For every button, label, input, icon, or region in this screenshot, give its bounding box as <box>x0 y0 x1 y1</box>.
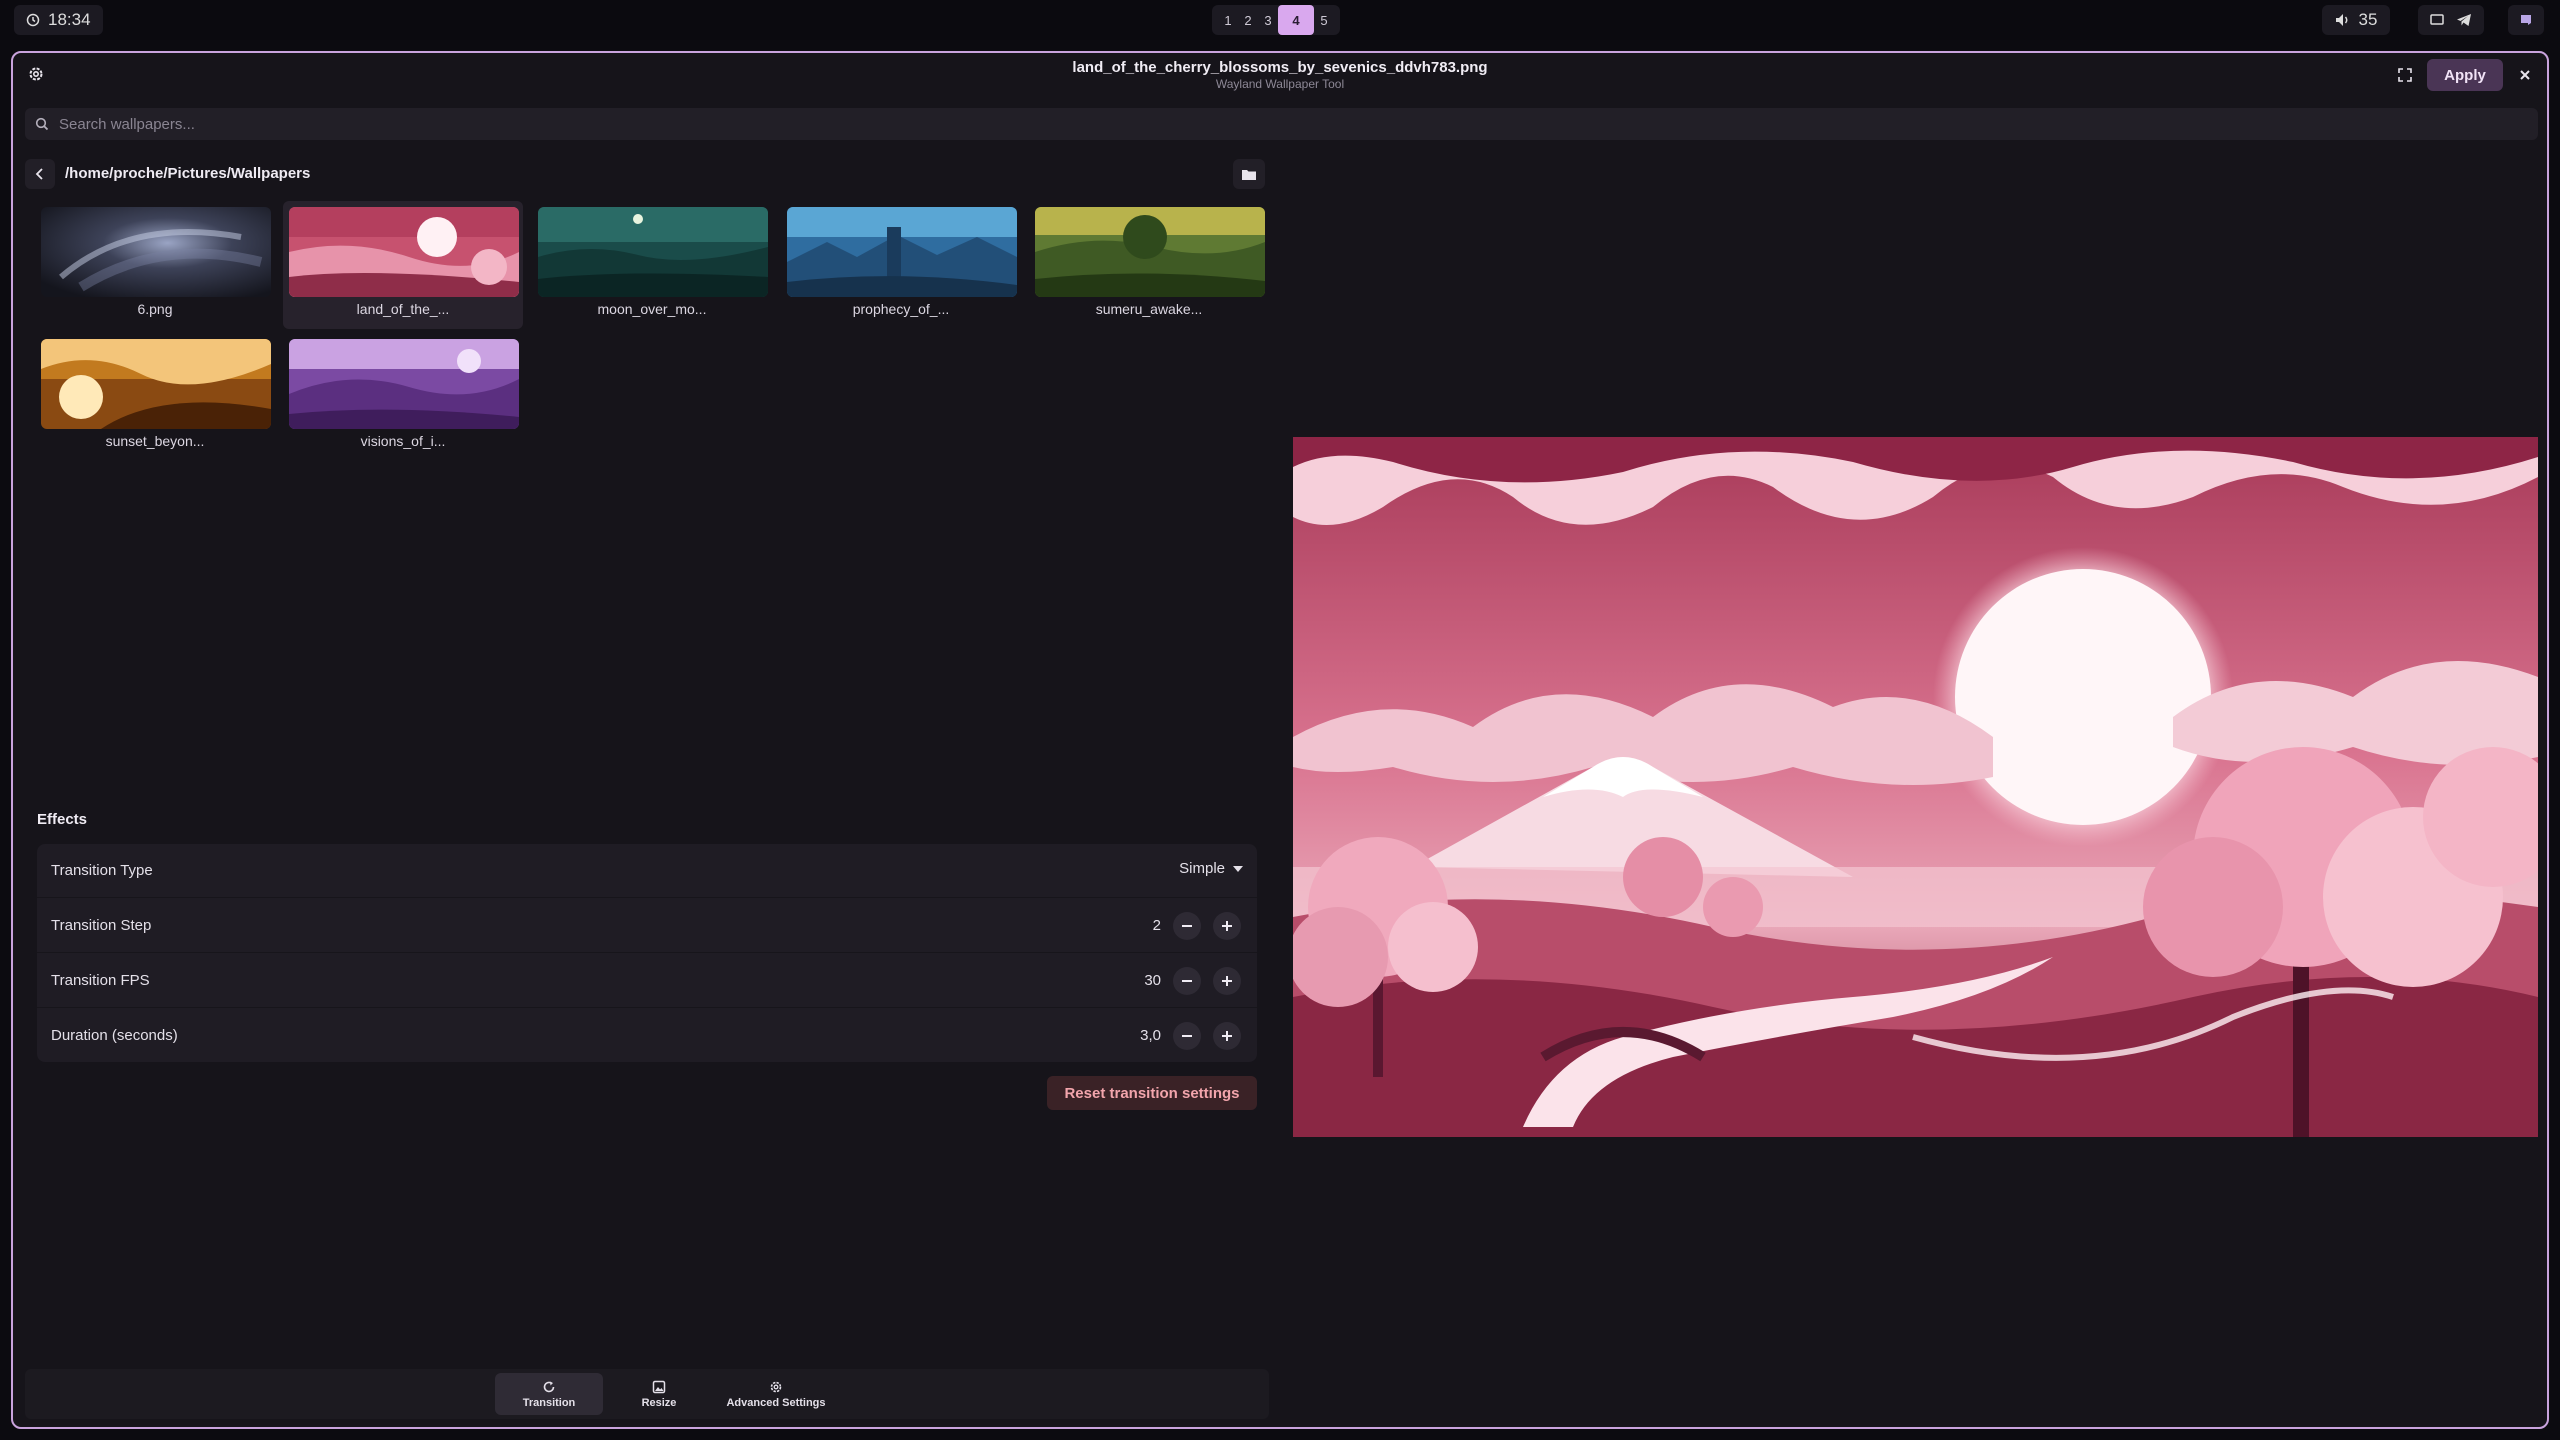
fullscreen-button[interactable] <box>2393 63 2417 87</box>
transition-type-row: Transition Type Simple <box>37 844 1257 898</box>
wallpaper-tool-window: land_of_the_cherry_blossoms_by_sevenics_… <box>11 51 2549 1429</box>
tab-label: Transition <box>522 1396 576 1409</box>
tab-advanced-settings[interactable]: Advanced Settings <box>715 1373 837 1415</box>
close-icon <box>2520 70 2530 80</box>
plus-icon <box>1222 976 1232 986</box>
screen-icon[interactable] <box>2430 14 2444 26</box>
thumbnail-image-prophecy <box>787 207 1017 297</box>
transition-step-value: 2 <box>1152 917 1161 934</box>
tab-transition[interactable]: Transition <box>495 1373 603 1415</box>
duration-row: Duration (seconds) 3,0 <box>37 1009 1257 1062</box>
tab-resize[interactable]: Resize <box>621 1373 697 1415</box>
preview-image-cherry-blossoms <box>1293 437 2538 1137</box>
workspace-switcher: 1 2 3 4 5 <box>1212 5 1340 35</box>
transition-step-increase-button[interactable] <box>1213 912 1241 940</box>
reset-transition-button[interactable]: Reset transition settings <box>1047 1076 1257 1110</box>
effects-list: Transition Type Simple Transition Step 2… <box>37 844 1257 1062</box>
thumbnail-image-visions <box>289 339 519 429</box>
transition-fps-row: Transition FPS 30 <box>37 954 1257 1008</box>
caret-down-icon <box>1233 865 1243 872</box>
thumbnail-label: sunset_beyon... <box>105 433 205 449</box>
wallpaper-thumbnail[interactable]: sunset_beyon... <box>35 333 275 461</box>
transition-step-decrease-button[interactable] <box>1173 912 1201 940</box>
open-folder-button[interactable] <box>1233 159 1265 189</box>
transition-fps-label: Transition FPS <box>51 972 150 989</box>
workspace-2[interactable]: 2 <box>1238 5 1258 35</box>
search-icon <box>35 117 49 131</box>
transition-type-value: Simple <box>1179 860 1225 877</box>
refresh-icon <box>543 1381 555 1392</box>
bottom-tab-bar: Transition Resize Advanced Settings <box>25 1369 1269 1419</box>
thumbnail-label: land_of_the_... <box>356 301 450 317</box>
thumbnail-label: visions_of_i... <box>360 433 446 449</box>
thumbnail-image-cherry <box>289 207 519 297</box>
thumbnail-label: moon_over_mo... <box>597 301 707 317</box>
search-bar <box>25 108 2538 140</box>
minus-icon <box>1182 1035 1192 1037</box>
thumbnail-image-sumeru <box>1035 207 1265 297</box>
tab-label: Resize <box>641 1396 677 1409</box>
wallpaper-preview <box>1293 437 2538 1137</box>
volume-level: 35 <box>2358 10 2378 29</box>
transition-fps-increase-button[interactable] <box>1213 967 1241 995</box>
wallpaper-thumbnail[interactable]: visions_of_i... <box>283 333 523 461</box>
wallpaper-thumbnail[interactable]: moon_over_mo... <box>532 201 772 329</box>
title-bar: land_of_the_cherry_blossoms_by_sevenics_… <box>13 53 2547 97</box>
transition-type-dropdown[interactable]: Simple <box>1179 860 1243 877</box>
chevron-left-icon <box>35 168 43 180</box>
system-tray <box>2418 5 2484 35</box>
gear-icon <box>770 1381 782 1392</box>
transition-step-label: Transition Step <box>51 917 152 934</box>
telegram-icon[interactable] <box>2456 13 2472 27</box>
duration-decrease-button[interactable] <box>1173 1022 1201 1050</box>
window-title: land_of_the_cherry_blossoms_by_sevenics_… <box>1072 59 1488 76</box>
apply-button[interactable]: Apply <box>2427 59 2503 91</box>
plus-icon <box>1222 921 1232 931</box>
search-input[interactable] <box>57 114 2457 134</box>
minus-icon <box>1182 980 1192 982</box>
clock-icon <box>26 13 40 27</box>
discord-icon[interactable] <box>2519 13 2533 27</box>
plus-icon <box>1222 1031 1232 1041</box>
transition-fps-decrease-button[interactable] <box>1173 967 1201 995</box>
system-bar: 18:34 1 2 3 4 5 35 <box>0 0 2560 40</box>
speaker-icon <box>2335 14 2348 26</box>
duration-value: 3,0 <box>1140 1027 1161 1044</box>
workspace-4[interactable]: 4 <box>1278 5 1314 35</box>
duration-increase-button[interactable] <box>1213 1022 1241 1050</box>
image-icon <box>652 1380 666 1393</box>
transition-fps-value: 30 <box>1144 972 1161 989</box>
volume-widget[interactable]: 35 <box>2322 5 2390 35</box>
thumbnail-label: sumeru_awake... <box>1095 301 1203 317</box>
fullscreen-icon <box>2398 68 2412 82</box>
clock-time: 18:34 <box>48 10 91 29</box>
thumbnail-image-moon <box>538 207 768 297</box>
effects-heading: Effects <box>37 811 88 828</box>
minus-icon <box>1182 925 1192 927</box>
folder-icon <box>1242 169 1256 180</box>
transition-step-row: Transition Step 2 <box>37 899 1257 953</box>
workspace-1[interactable]: 1 <box>1218 5 1238 35</box>
wallpaper-thumbnail[interactable]: sumeru_awake... <box>1029 201 1269 329</box>
wallpaper-thumbnail-selected[interactable]: land_of_the_... <box>283 201 523 329</box>
duration-label: Duration (seconds) <box>51 1027 178 1044</box>
workspace-3[interactable]: 3 <box>1258 5 1278 35</box>
window-subtitle: Wayland Wallpaper Tool <box>1215 77 1345 91</box>
tab-label: Advanced Settings <box>726 1396 826 1409</box>
current-path: /home/proche/Pictures/Wallpapers <box>65 165 311 182</box>
back-button[interactable] <box>25 159 55 189</box>
clock-widget[interactable]: 18:34 <box>14 5 103 35</box>
thumbnail-label: 6.png <box>137 301 173 317</box>
thumbnail-image-galaxy <box>41 207 271 297</box>
transition-type-label: Transition Type <box>51 862 153 879</box>
wallpaper-thumbnail[interactable]: 6.png <box>35 201 275 329</box>
tray-extra <box>2508 5 2544 35</box>
wallpaper-thumbnail[interactable]: prophecy_of_... <box>781 201 1021 329</box>
close-button[interactable] <box>2513 63 2537 87</box>
thumbnail-image-sunset <box>41 339 271 429</box>
workspace-5[interactable]: 5 <box>1314 5 1334 35</box>
thumbnail-label: prophecy_of_... <box>852 301 950 317</box>
